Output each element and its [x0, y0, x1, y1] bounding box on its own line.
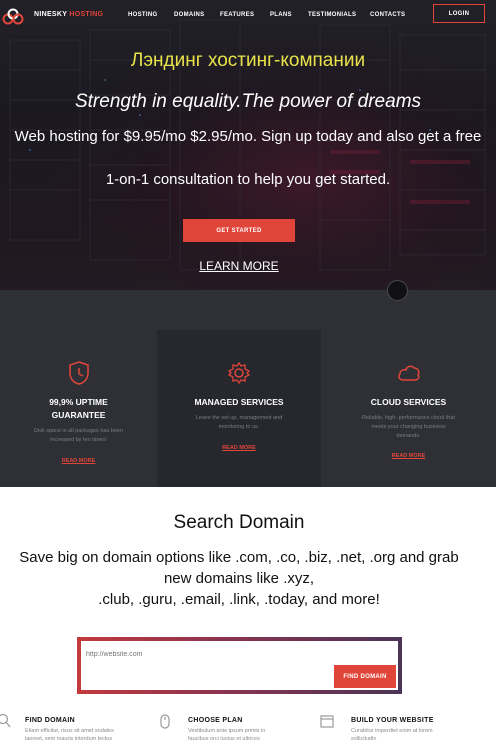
read-more-link[interactable]: READ MORE [321, 453, 496, 459]
mouse-icon [160, 714, 170, 729]
read-more-link[interactable]: READ MORE [0, 458, 157, 464]
hero-subtitle-2: 1-on-1 consultation to help you get star… [105, 171, 391, 188]
read-more-link[interactable]: READ MORE [157, 445, 321, 451]
nav-plans[interactable]: PLANS [270, 12, 292, 18]
search-icon [0, 713, 11, 728]
nav-domains[interactable]: DOMAINS [174, 12, 204, 18]
feature-desc-line1: Disk space in all packages has been [34, 428, 123, 434]
scroll-indicator[interactable] [387, 280, 408, 301]
get-started-button[interactable]: GET STARTED [183, 219, 295, 242]
feature-desc-line1: Reliable, high- performance cloud that [362, 415, 455, 421]
search-domain-subtitle: Save big on domain options like .com, .c… [4, 547, 474, 610]
nav-hosting[interactable]: HOSTING [128, 12, 157, 18]
hero-ru-title: Лэндинг хостинг-компании [130, 50, 366, 71]
feature-desc-line3: demands. [396, 433, 421, 439]
step-desc-line2: laoreet, sem mauris interdum lectus [25, 736, 113, 742]
feature-card-managed: MANAGED SERVICES Leave the set up, manag… [157, 330, 321, 487]
search-subtitle-line2: new domains like .xyz, [163, 570, 315, 587]
feature-title-line2: GUARANTEE [51, 410, 106, 420]
feature-desc-line2: increased by ten times! [50, 437, 107, 443]
login-button[interactable]: LOGIN [433, 4, 485, 23]
domain-search-inner: FIND DOMAIN [81, 641, 398, 690]
brand-logo-icon[interactable] [2, 6, 24, 28]
hero-tagline: Strength in equality.The power of dreams [74, 91, 422, 112]
step-desc-line1: Vestibulum ante ipsum primis in [188, 728, 266, 734]
shield-clock-icon [68, 361, 89, 385]
top-navbar: NINESKY HOSTING HOSTING DOMAINS FEATURES… [0, 0, 496, 32]
find-domain-button[interactable]: FIND DOMAIN [334, 665, 396, 688]
search-subtitle-line3: .club, .guru, .email, .link, .today, and… [98, 591, 380, 608]
feature-title-line1: 99,9% UPTIME [49, 397, 108, 407]
brand-accent: HOSTING [69, 11, 104, 18]
gear-icon [227, 361, 251, 385]
feature-card-uptime: 99,9% UPTIME GUARANTEE Disk space in all… [0, 330, 157, 487]
step-title: CHOOSE PLAN [188, 717, 243, 724]
feature-title-line1: CLOUD SERVICES [370, 397, 447, 407]
step-desc-line2: sollicitudin [351, 736, 377, 742]
learn-more-link[interactable]: LEARN MORE [0, 259, 478, 273]
step-title: BUILD YOUR WEBSITE [351, 717, 434, 724]
search-subtitle-line1: Save big on domain options like .com, .c… [19, 549, 459, 566]
brand-prefix: NINESKY [34, 11, 68, 18]
feature-title-line1: MANAGED SERVICES [194, 397, 284, 407]
step-desc-line1: Curabitur imperdiet enim at lorem [351, 728, 433, 734]
nav-testimonials[interactable]: TESTIMONIALS [308, 12, 356, 18]
step-desc-line2: faucibus orci luctus et ultrices [188, 736, 260, 742]
nav-features[interactable]: FEATURES [220, 12, 254, 18]
search-domain-title: Search Domain [173, 512, 305, 533]
feature-desc-line2: meets your changing business [371, 424, 446, 430]
feature-desc-line2: monitoring to us. [218, 424, 260, 430]
brand-name[interactable]: NINESKY HOSTING [34, 11, 103, 18]
domain-search-box: FIND DOMAIN [77, 637, 402, 694]
browser-window-icon [320, 715, 334, 728]
feature-card-cloud: CLOUD SERVICES Reliable, high- performan… [321, 330, 496, 487]
hero-subtitle: Web hosting for $9.95/mo $2.95/mo. Sign … [14, 128, 482, 145]
nav-contacts[interactable]: CONTACTS [370, 12, 405, 18]
step-title: FIND DOMAIN [25, 717, 75, 724]
cloud-icon [397, 365, 420, 381]
feature-desc-line1: Leave the set up, management and [195, 415, 283, 421]
step-desc-line1: Etiam efficitur, risus sit amet sodales [25, 728, 114, 734]
domain-input[interactable] [86, 648, 326, 660]
